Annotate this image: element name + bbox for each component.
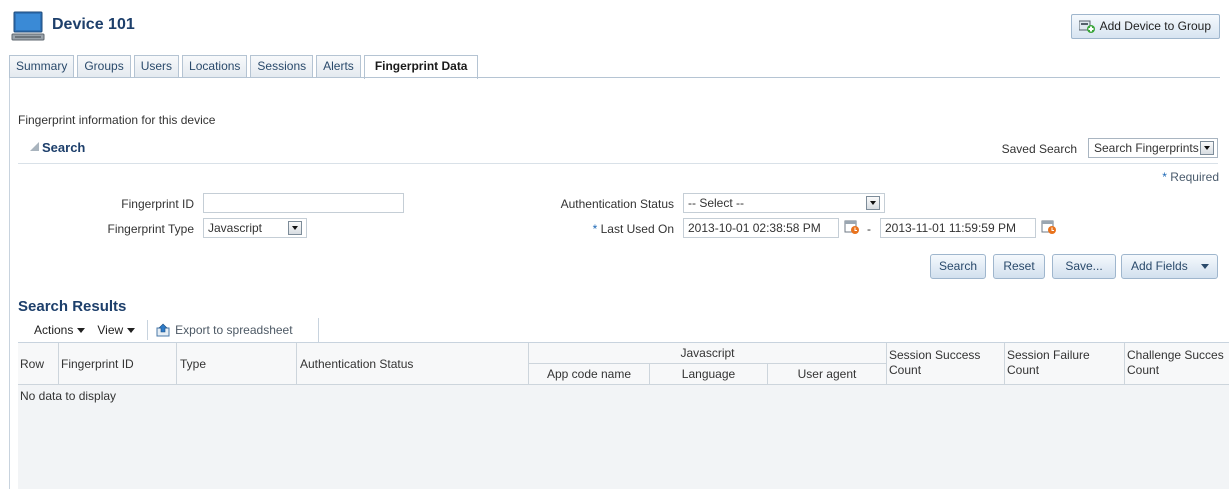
fingerprint-type-value: Javascript [208,221,263,235]
last-used-label-text: Last Used On [600,222,674,236]
auth-status-label: Authentication Status [560,197,674,211]
column-header-challenge-success-count[interactable]: Challenge Succes Count [1125,343,1229,385]
column-header-fingerprint-id[interactable]: Fingerprint ID [59,343,177,385]
auth-status-select[interactable]: -- Select -- [683,193,885,213]
collapse-triangle-icon[interactable] [30,142,39,151]
view-menu-label: View [97,323,124,337]
add-device-to-group-label: Add Device to Group [1099,19,1211,33]
fingerprint-type-label: Fingerprint Type [107,222,195,236]
search-results-title: Search Results [18,298,127,315]
column-header-language[interactable]: Language [650,364,768,385]
search-section-title: Search [42,140,86,155]
add-fields-label: Add Fields [1131,259,1188,273]
chevron-down-icon[interactable] [1200,141,1214,155]
content-left-border [9,78,10,489]
column-header-row-label: Row [20,357,45,371]
view-menu[interactable]: View [97,323,136,337]
results-toolbar: Actions View Export to spreadsheet [34,318,305,342]
column-header-fingerprint-id-label: Fingerprint ID [61,357,134,371]
tab-bar-divider [9,77,1220,78]
column-header-user-agent[interactable]: User agent [768,364,887,385]
session-failure-label-line1: Session Failure [1007,348,1090,362]
export-label: Export to spreadsheet [175,322,293,337]
add-to-group-icon [1078,20,1095,33]
column-header-auth-status[interactable]: Authentication Status [297,343,529,385]
tab-locations[interactable]: Locations [182,55,248,78]
saved-search-value: Search Fingerprints [1094,141,1199,155]
tab-fingerprint-data[interactable]: Fingerprint Data [363,55,479,79]
chevron-down-icon[interactable] [288,221,302,235]
challenge-success-label-line1: Challenge Succes [1127,348,1224,362]
search-button[interactable]: Search [930,254,986,279]
export-icon [156,323,170,337]
results-table: Row Fingerprint ID Type Authentication S… [18,342,1229,489]
caret-down-icon [127,328,136,334]
toolbar-separator [147,320,149,340]
add-device-to-group-button[interactable]: Add Device to Group [1070,14,1220,39]
column-header-row[interactable]: Row [18,343,59,385]
column-header-type-label: Type [180,357,207,371]
fingerprint-id-label: Fingerprint ID [121,197,194,211]
fingerprint-type-select[interactable]: Javascript [203,218,307,238]
caret-down-icon [77,328,86,334]
last-used-label: * Last Used On [560,222,674,236]
tab-groups[interactable]: Groups [77,55,131,78]
add-fields-button[interactable]: Add Fields [1121,254,1218,279]
saved-search-label: Saved Search [1001,142,1077,156]
export-to-spreadsheet-button[interactable]: Export to spreadsheet [156,322,293,338]
column-header-session-failure-count[interactable]: Session Failure Count [1005,343,1125,385]
chevron-down-icon[interactable] [866,196,880,210]
last-used-to-input[interactable]: 2013-11-01 11:59:59 PM [880,218,1036,238]
search-panel-header: Search Saved Search Search Fingerprints [18,138,1218,164]
session-failure-label-line2: Count [1007,363,1040,377]
fingerprint-id-input[interactable] [203,193,404,213]
reset-button[interactable]: Reset [993,254,1045,279]
page-header: Device 101 Add Device to Group [0,0,1229,52]
session-success-label-line2: Count [889,363,922,377]
column-header-type[interactable]: Type [177,343,297,385]
toolbar-end-separator [318,318,319,342]
required-note: * Required [1162,170,1219,184]
saved-search-select[interactable]: Search Fingerprints [1088,138,1218,158]
save-button[interactable]: Save... [1052,254,1116,279]
required-star: * [1162,170,1167,184]
column-header-app-code-name[interactable]: App code name [529,364,650,385]
actions-menu[interactable]: Actions [34,323,86,337]
last-used-from-input[interactable]: 2013-10-01 02:38:58 PM [683,218,839,238]
required-star: * [592,222,598,236]
empty-results-message: No data to display [20,389,117,403]
tab-sessions[interactable]: Sessions [250,55,314,78]
calendar-icon[interactable] [1041,219,1057,235]
calendar-icon[interactable] [844,219,860,235]
caret-down-icon [1201,264,1210,270]
auth-status-value: -- Select -- [688,196,745,210]
computer-device-icon [11,11,45,41]
date-range-separator: - [867,222,871,236]
tab-summary[interactable]: Summary [9,55,75,78]
column-header-session-success-count[interactable]: Session Success Count [887,343,1005,385]
actions-menu-label: Actions [34,323,74,337]
challenge-success-label-line2: Count [1127,363,1160,377]
tab-users[interactable]: Users [133,55,180,78]
tab-bar: Summary Groups Users Locations Sessions … [9,55,481,79]
session-success-label-line1: Session Success [889,348,981,362]
page-title: Device 101 [52,16,135,33]
column-header-auth-status-label: Authentication Status [300,357,414,371]
intro-text: Fingerprint information for this device [18,113,216,127]
required-note-text: Required [1170,170,1219,184]
column-group-javascript: Javascript [529,343,887,364]
tab-alerts[interactable]: Alerts [316,55,361,78]
